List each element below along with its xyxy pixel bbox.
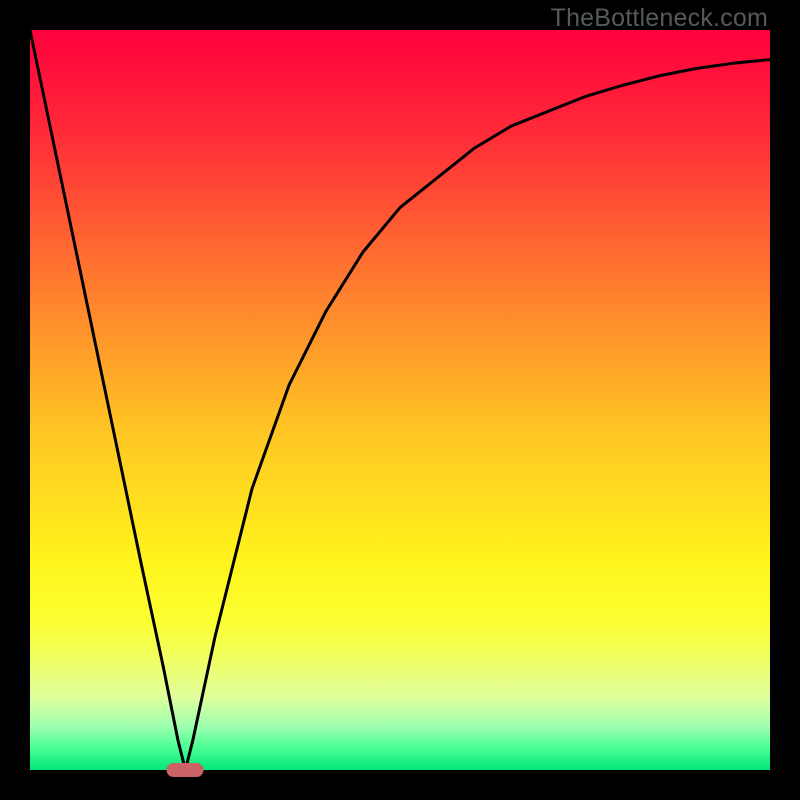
watermark-text: TheBottleneck.com bbox=[551, 4, 768, 33]
bottleneck-curve bbox=[30, 30, 770, 770]
optimal-point-marker bbox=[167, 763, 204, 777]
plot-frame bbox=[30, 30, 770, 770]
